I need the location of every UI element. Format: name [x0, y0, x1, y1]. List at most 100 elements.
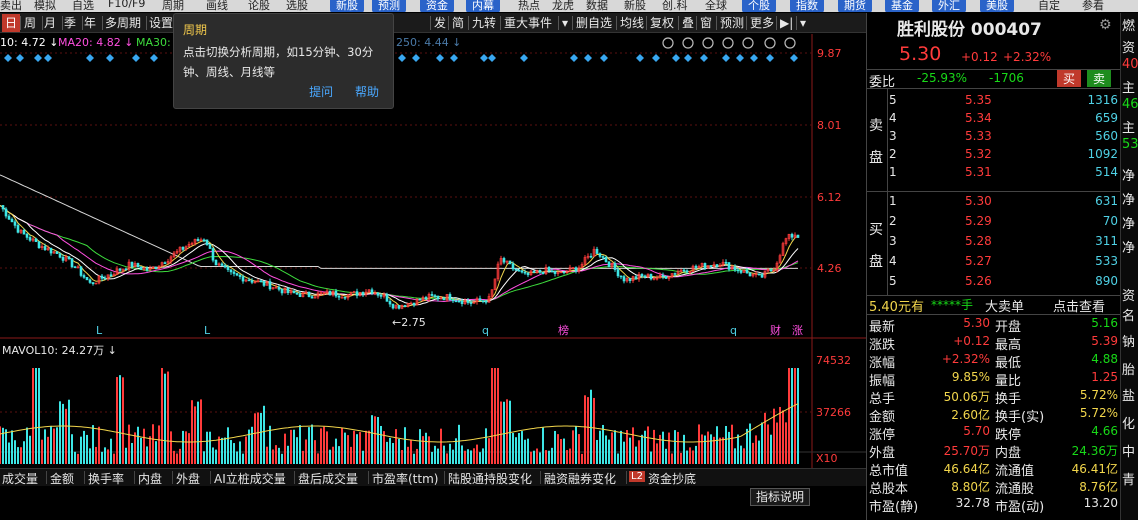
ma30-line: [0, 205, 799, 302]
record-icon[interactable]: [702, 37, 714, 49]
indicator-tab[interactable]: 资金抄底: [648, 470, 696, 487]
big-order-link[interactable]: 点击查看: [1053, 296, 1105, 315]
period-button[interactable]: 年: [84, 14, 96, 32]
side-strip-text: 净: [1122, 217, 1136, 232]
indicator-tab[interactable]: 市盈率(ttm): [372, 470, 438, 487]
candle-body: [145, 267, 149, 271]
top-menu-item[interactable]: F10/F9: [108, 0, 145, 10]
candle-body: [553, 270, 557, 274]
indicator-tab[interactable]: 换手率: [88, 470, 124, 487]
top-menu-item[interactable]: 自选: [72, 0, 94, 12]
indicator-tab[interactable]: 外盘: [176, 470, 200, 487]
indicator-tab[interactable]: 融资融券变化: [544, 470, 616, 487]
period-button[interactable]: 多周期: [105, 14, 141, 32]
top-menu-item[interactable]: 选股: [286, 0, 308, 12]
volume-bar: [464, 450, 466, 464]
event-diamond: [412, 54, 420, 62]
top-menu-item[interactable]: 热点: [518, 0, 540, 12]
indicator-tab[interactable]: 陆股通持股变化: [448, 470, 532, 487]
top-menu-item[interactable]: 卖出: [0, 0, 22, 12]
toolbar-button[interactable]: 叠: [682, 14, 694, 32]
toolbar-button[interactable]: 发: [434, 14, 446, 32]
top-menu-item[interactable]: 预测: [372, 0, 406, 12]
volume-bar: [167, 371, 169, 464]
toolbar-button[interactable]: 预测: [720, 14, 744, 32]
indicator-tab[interactable]: 盘后成交量: [298, 470, 358, 487]
sell-button[interactable]: 卖: [1087, 70, 1112, 87]
top-menu-item[interactable]: 期货: [838, 0, 872, 12]
toolbar-button[interactable]: 重大事件: [504, 14, 552, 32]
period-button[interactable]: 季: [64, 14, 76, 32]
toolbar-button[interactable]: ▾: [562, 14, 568, 32]
indicator-help-button[interactable]: 指标说明: [750, 488, 810, 506]
top-menu-item[interactable]: 龙虎: [552, 0, 574, 12]
scissors-icon[interactable]: [682, 37, 694, 49]
toolbar-divider: [102, 16, 103, 30]
period-button[interactable]: 日: [2, 14, 21, 32]
top-menu-item[interactable]: 创.科: [662, 0, 688, 12]
event-diamond: [450, 54, 458, 62]
side-strip-text: 钠: [1122, 335, 1136, 350]
top-menu-item[interactable]: 内幕: [466, 0, 500, 12]
top-menu-item[interactable]: 指数: [790, 0, 824, 12]
candle-body: [295, 292, 299, 295]
volume-bar: [254, 413, 256, 464]
top-menu-item[interactable]: 个股: [742, 0, 776, 12]
top-menu-item[interactable]: 论股: [248, 0, 270, 12]
toolbar-button[interactable]: ▾: [800, 14, 806, 32]
top-menu-item[interactable]: 参看: [1082, 0, 1104, 12]
period-button[interactable]: 月: [44, 14, 56, 32]
top-menu-item[interactable]: 新股: [624, 0, 646, 12]
eye-icon[interactable]: [662, 37, 674, 49]
toolbar-button[interactable]: 复权: [650, 14, 674, 32]
undo-icon[interactable]: [742, 37, 754, 49]
top-menu-item[interactable]: 周期: [162, 0, 184, 12]
top-menu-item[interactable]: 外汇: [932, 0, 966, 12]
volume-bar: [350, 446, 352, 464]
toolbar-divider: [468, 16, 469, 30]
volume-bar: [368, 430, 370, 464]
price-axis-label: 4.26: [817, 262, 842, 275]
top-menu-item[interactable]: 模拟: [34, 0, 56, 12]
indicator-tab[interactable]: 成交量: [2, 470, 38, 487]
tooltip-help-link[interactable]: 帮助: [355, 85, 379, 99]
top-menu-item[interactable]: 数据: [586, 0, 608, 12]
indicator-tab[interactable]: AI立桩成交量: [214, 470, 286, 487]
top-menu-item[interactable]: 画线: [206, 0, 228, 12]
toolbar-button[interactable]: 更多: [750, 14, 774, 32]
top-menu-item[interactable]: 资金: [420, 0, 454, 12]
volume-bar: [398, 438, 400, 464]
buy-button[interactable]: 买: [1057, 70, 1082, 87]
camera-icon[interactable]: [722, 37, 734, 49]
minus-circle-icon[interactable]: [784, 37, 796, 49]
toolbar-button[interactable]: 简: [452, 14, 464, 32]
candle-body: [466, 300, 470, 303]
gear-icon[interactable]: ⚙: [1099, 17, 1112, 33]
ma-legend-item: MA20: 4.82 ↓: [58, 36, 133, 49]
toolbar-button[interactable]: 窗: [700, 14, 712, 32]
period-button[interactable]: 周: [24, 14, 36, 32]
ask-side-label: 盘: [869, 150, 883, 166]
top-menu-item[interactable]: 新股: [330, 0, 364, 12]
period-button[interactable]: 设置: [149, 14, 173, 32]
tooltip-ask-link[interactable]: 提问: [309, 85, 333, 99]
toolbar-button[interactable]: 均线: [620, 14, 644, 32]
plus-circle-icon[interactable]: [764, 37, 776, 49]
volume-bar: [404, 427, 406, 464]
volume-bar: [197, 401, 199, 464]
toolbar-button[interactable]: ▶|: [780, 14, 793, 32]
top-menu-item[interactable]: 美股: [980, 0, 1014, 12]
top-menu-item[interactable]: 自定: [1038, 0, 1060, 12]
indicator-tab[interactable]: 金额: [50, 470, 74, 487]
toolbar-button[interactable]: 删自选: [576, 14, 612, 32]
volume-bar: [140, 437, 142, 464]
indicator-tab[interactable]: 内盘: [138, 470, 162, 487]
top-menu-item[interactable]: 全球: [705, 0, 727, 12]
top-menu-item[interactable]: 基金: [885, 0, 919, 12]
ma-legend-item: 250: 4.44 ↓: [396, 36, 461, 49]
event-diamond: [722, 54, 730, 62]
volume-bar: [299, 425, 301, 464]
kline-chart[interactable]: 9.878.016.124.2610: 4.72 ↓ MA20: 4.82 ↓ MA…: [0, 34, 866, 468]
toolbar-button[interactable]: 九转: [472, 14, 496, 32]
volume-bar: [515, 437, 517, 464]
